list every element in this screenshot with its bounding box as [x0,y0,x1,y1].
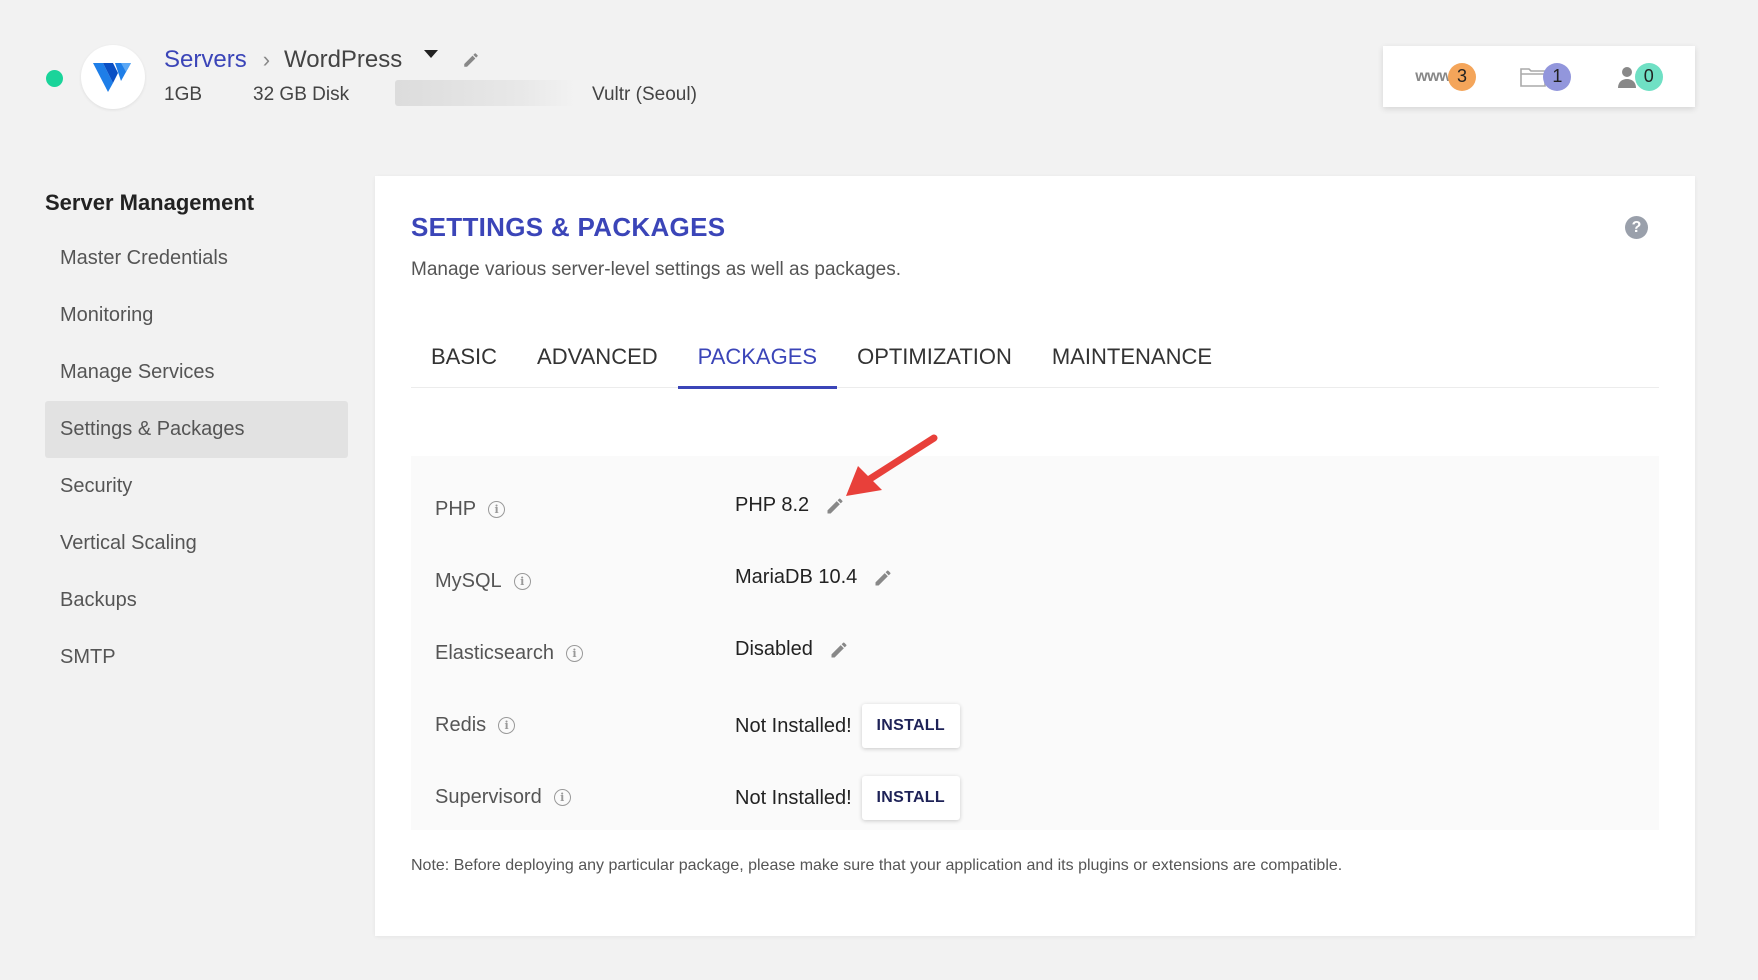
package-name: MySQL [435,570,502,592]
breadcrumb: Servers › WordPress [164,46,480,74]
package-row-supervisord: Supervisord i Not Installed! INSTALL [411,770,1659,830]
package-value: MariaDB 10.4 [735,566,858,588]
info-icon[interactable]: i [498,717,516,734]
user-count-badge: 0 [1634,62,1663,91]
package-row-redis: Redis i Not Installed! INSTALL [411,698,1659,758]
annotation-arrow-icon [846,434,938,496]
sidebar-item-manage-services[interactable]: Manage Services [45,344,348,401]
server-disk: 32 GB Disk [253,84,350,105]
server-status-dot [46,70,63,87]
tab-maintenance[interactable]: MAINTENANCE [1032,326,1232,388]
vultr-icon [93,63,131,92]
vultr-logo [81,45,145,109]
info-icon[interactable]: i [565,645,583,662]
chevron-right-icon: › [262,47,271,72]
package-row-elasticsearch: Elasticsearch i Disabled [411,626,1659,686]
pencil-icon[interactable] [462,51,480,69]
info-icon[interactable]: i [488,501,506,518]
server-name: WordPress [284,46,403,73]
package-value: Not Installed! [735,786,852,809]
package-row-mysql: MySQL i MariaDB 10.4 [411,554,1659,614]
package-row-php: PHP i PHP 8.2 [411,482,1659,542]
sidebar-item-vertical-scaling[interactable]: Vertical Scaling [45,515,348,572]
sidebar-nav: Master Credentials Monitoring Manage Ser… [45,230,348,686]
pencil-icon[interactable] [873,568,893,588]
www-counter[interactable]: www 3 [1415,62,1477,91]
chevron-down-icon[interactable] [424,50,439,58]
breadcrumb-servers-link[interactable]: Servers [164,46,247,74]
sidebar-item-security[interactable]: Security [45,458,348,515]
package-name: PHP [435,498,477,520]
tab-bar: BASIC ADVANCED PACKAGES OPTIMIZATION MAI… [411,326,1659,389]
settings-card: SETTINGS & PACKAGES Manage various serve… [375,176,1695,936]
package-value: Disabled [735,638,813,660]
help-icon[interactable]: ? [1625,216,1648,239]
sidebar-title: Server Management [45,190,255,215]
package-name: Elasticsearch [435,642,554,664]
info-icon[interactable]: i [513,573,531,590]
tab-advanced[interactable]: ADVANCED [517,326,678,388]
server-ram: 1GB [164,84,203,105]
folder-count-badge: 1 [1543,62,1572,91]
www-icon: www [1415,67,1452,85]
sidebar-item-monitoring[interactable]: Monitoring [45,287,348,344]
package-value: Not Installed! [735,714,852,737]
sidebar-item-smtp[interactable]: SMTP [45,629,348,686]
sidebar-item-backups[interactable]: Backups [45,572,348,629]
pencil-icon[interactable] [829,640,849,660]
page-subtitle: Manage various server-level settings as … [411,259,902,280]
install-redis-button[interactable]: INSTALL [861,704,960,748]
package-value: PHP 8.2 [735,494,810,516]
user-counter[interactable]: 0 [1616,62,1663,91]
package-name: Redis [435,714,487,736]
package-name: Supervisord [435,786,542,808]
packages-panel: PHP i PHP 8.2 MySQL i MariaDB 10.4 Elast… [411,456,1659,830]
server-counters: www 3 1 0 [1383,46,1695,107]
page-title: SETTINGS & PACKAGES [411,212,726,242]
tab-optimization[interactable]: OPTIMIZATION [837,326,1032,388]
sidebar-item-settings-packages[interactable]: Settings & Packages [45,401,348,458]
folder-counter[interactable]: 1 [1520,62,1572,91]
install-supervisord-button[interactable]: INSTALL [861,776,960,820]
tab-basic[interactable]: BASIC [411,326,517,388]
www-count-badge: 3 [1448,62,1477,91]
compatibility-note: Note: Before deploying any particular pa… [411,857,1343,874]
ip-address-redacted [395,80,575,106]
tab-packages[interactable]: PACKAGES [677,326,838,389]
info-icon[interactable]: i [553,789,571,806]
sidebar-item-master-credentials[interactable]: Master Credentials [45,230,348,287]
server-provider: Vultr (Seoul) [592,84,697,105]
